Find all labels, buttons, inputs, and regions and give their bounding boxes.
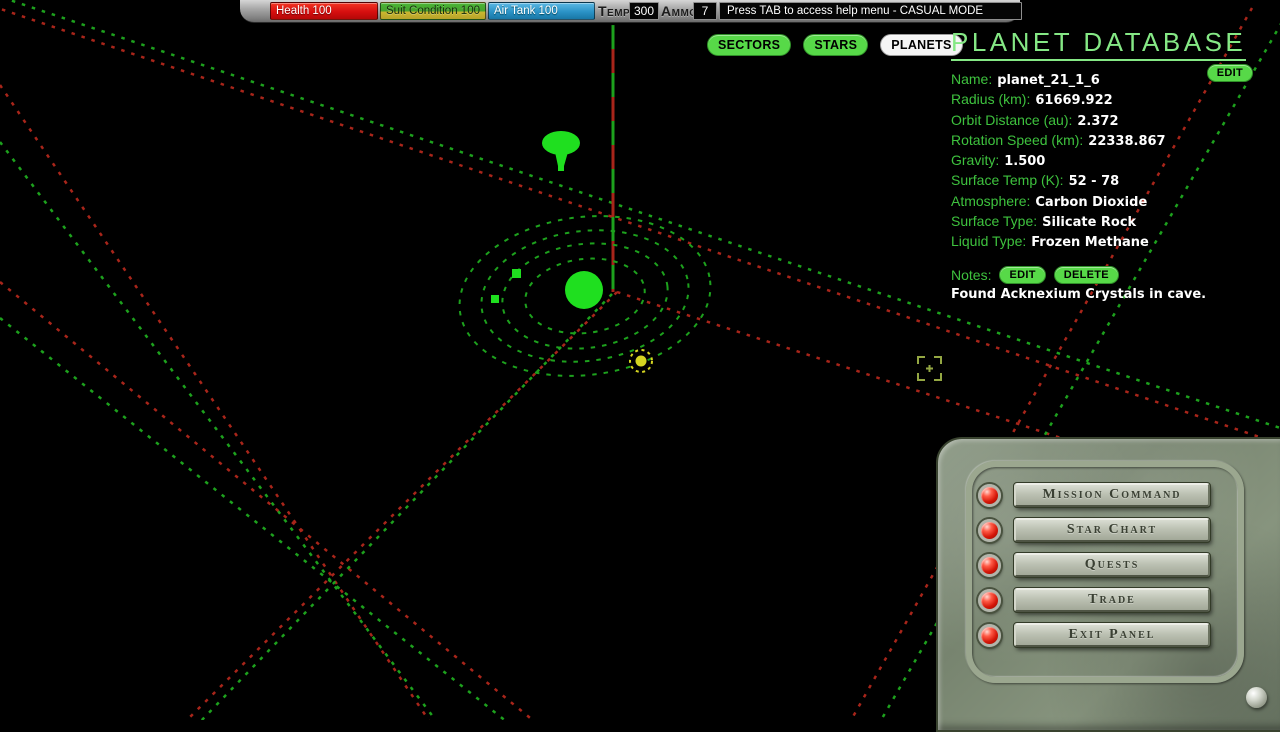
tab-sectors[interactable]: SECTORS xyxy=(707,34,791,56)
led-indicator-trade[interactable] xyxy=(978,589,1001,612)
star-chart-button[interactable]: Star Chart xyxy=(1014,518,1210,542)
grid-line-mid-left-green xyxy=(0,318,507,720)
menu-row-trade: Trade xyxy=(978,588,1210,612)
mission-command-button[interactable]: Mission Command xyxy=(1014,483,1210,507)
field-row-rotation-speed: Rotation Speed (km):22338.867 xyxy=(951,131,1253,151)
notes-label: Notes: xyxy=(951,267,991,283)
decorative-sphere-icon xyxy=(1246,687,1267,708)
field-row-surface-temp: Surface Temp (K):52 - 78 xyxy=(951,171,1253,191)
database-tabs: SECTORS STARS PLANETS xyxy=(707,34,963,56)
grid-line-junction-left-green xyxy=(200,294,612,720)
field-row-liquid-type: Liquid Type:Frozen Methane xyxy=(951,232,1253,252)
trade-button[interactable]: Trade xyxy=(1014,588,1210,612)
menu-row-exit-panel: Exit Panel xyxy=(978,623,1210,647)
led-indicator-star-chart[interactable] xyxy=(978,519,1001,542)
edit-notes-button[interactable]: EDIT xyxy=(999,266,1045,284)
temp-label: Temp xyxy=(598,0,630,22)
field-row-surface-type: Surface Type:Silicate Rock xyxy=(951,212,1253,232)
ammo-value: 7 xyxy=(693,2,717,20)
field-row-radius: Radius (km):61669.922 xyxy=(951,90,1253,110)
station-icon[interactable] xyxy=(542,131,580,171)
planet-marker-1[interactable] xyxy=(512,269,521,278)
menu-row-mission-command: Mission Command xyxy=(978,483,1210,507)
air-tank-bar: Air Tank 100 xyxy=(488,2,595,20)
selected-planet-marker[interactable] xyxy=(636,356,647,367)
database-fields: Name:planet_21_1_6 Radius (km):61669.922… xyxy=(951,70,1253,253)
led-indicator-quests[interactable] xyxy=(978,554,1001,577)
menu-row-star-chart: Star Chart xyxy=(978,518,1210,542)
menu-row-quests: Quests xyxy=(978,553,1210,577)
led-indicator-exit-panel[interactable] xyxy=(978,624,1001,647)
planet-marker-2[interactable] xyxy=(491,295,499,303)
page-title: PLANET DATABASE xyxy=(951,27,1246,61)
notes-row: Notes: EDIT DELETE xyxy=(951,266,1253,284)
grid-line-mid-left-red xyxy=(0,282,535,720)
suit-condition-bar: Suit Condition 100 xyxy=(380,2,486,20)
edit-name-button[interactable]: EDIT xyxy=(1207,64,1253,82)
health-bar: Health 100 xyxy=(270,2,378,20)
field-row-orbit-distance: Orbit Distance (au):2.372 xyxy=(951,111,1253,131)
delete-notes-button[interactable]: DELETE xyxy=(1054,266,1119,284)
field-row-atmosphere: Atmosphere:Carbon Dioxide xyxy=(951,192,1253,212)
led-indicator-mission-command[interactable] xyxy=(978,484,1001,507)
central-star[interactable] xyxy=(565,271,603,309)
tab-stars[interactable]: STARS xyxy=(803,34,868,56)
command-menu-panel: Mission Command Star Chart Quests Trade … xyxy=(936,437,1280,732)
game-screen: { "hud": { "health_label": "Health 100",… xyxy=(0,0,1280,720)
field-row-gravity: Gravity:1.500 xyxy=(951,151,1253,171)
targeting-reticle-icon xyxy=(918,357,941,380)
help-banner: Press TAB to access help menu - CASUAL M… xyxy=(719,2,1022,20)
planet-database-panel: PLANET DATABASE EDIT Name:planet_21_1_6 … xyxy=(951,27,1253,302)
exit-panel-button[interactable]: Exit Panel xyxy=(1014,623,1210,647)
hud-bar: Health 100 Suit Condition 100 Air Tank 1… xyxy=(240,0,1020,23)
grid-line-steep-left-red xyxy=(0,85,430,720)
temp-value: 300 xyxy=(629,2,659,20)
quests-button[interactable]: Quests xyxy=(1014,553,1210,577)
notes-text: Found Acknexium Crystals in cave. xyxy=(951,287,1253,302)
